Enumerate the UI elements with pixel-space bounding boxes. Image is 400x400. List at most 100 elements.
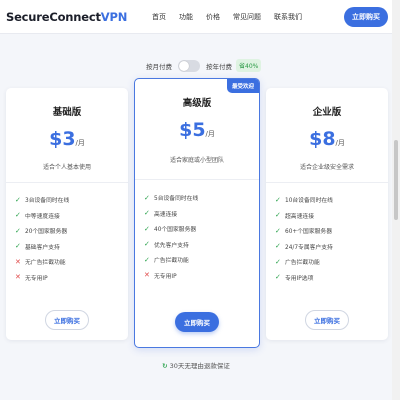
feature-item: ✓ 超高速连接 — [275, 208, 333, 224]
price-amount: 5 — [192, 119, 206, 141]
feature-text: 无专用IP — [154, 273, 177, 280]
feature-item: ✓ 24/7专属客户支持 — [275, 239, 333, 255]
feature-text: 无广告拦截功能 — [25, 260, 66, 267]
divider — [135, 179, 259, 180]
feature-status-icon: ✓ — [15, 242, 21, 251]
price-amount: 3 — [62, 128, 76, 150]
feature-text: 广告拦截功能 — [154, 258, 189, 265]
feature-item: ✓ 20个国家服务器 — [15, 223, 69, 239]
feature-status-icon: ✓ — [275, 226, 281, 235]
buy-button-enterprise[interactable]: 立即购买 — [305, 310, 349, 330]
scrollbar-thumb[interactable] — [394, 140, 398, 220]
price-unit: /月 — [205, 130, 215, 138]
popular-badge: 最受欢迎 — [226, 79, 259, 93]
feature-text: 24/7专属客户支持 — [285, 244, 333, 251]
plan-price: $5/月 — [135, 119, 259, 141]
plan-name: 基础版 — [52, 107, 82, 118]
guarantee-text: 30天无理由退款保证 — [169, 362, 230, 370]
buy-button-premium[interactable]: 立即购买 — [175, 312, 219, 332]
plan-description: 适合企业级安全需求 — [299, 164, 354, 171]
feature-item: ✓ 40个国家服务器 — [144, 221, 198, 237]
switch-knob — [179, 60, 189, 71]
feature-list: ✓ 10台设备同时在线 ✓ 超高速连接 ✓ 60+个国家服务器 ✓ 24/7专属客户支持… — [275, 192, 333, 285]
price-amount: 8 — [322, 128, 336, 150]
feature-text: 高速连接 — [154, 211, 178, 218]
feature-status-icon: ✕ — [15, 257, 21, 266]
plan-name: 企业版 — [312, 107, 342, 118]
feature-status-icon: ✓ — [144, 209, 150, 218]
feature-text: 3台设备同时在线 — [25, 198, 70, 205]
feature-text: 60+个国家服务器 — [285, 229, 333, 236]
page-scrollbar[interactable] — [392, 0, 400, 400]
price-unit: /月 — [75, 139, 85, 147]
brand-logo[interactable]: SecureConnectVPN — [6, 10, 127, 24]
feature-status-icon: ✓ — [275, 257, 281, 266]
feature-status-icon: ✓ — [144, 255, 150, 264]
nav-links: 首页 功能 价格 常见问题 联系我们 — [152, 12, 315, 22]
brand-name-accent: VPN — [100, 10, 128, 24]
feature-status-icon: ✓ — [275, 211, 281, 220]
plan-card-premium: 最受欢迎 高级版 $5/月 适合家庭或小型团队 ✓ 5台设备同时在线 ✓ 高速连接 … — [134, 78, 260, 348]
feature-status-icon: ✓ — [144, 240, 150, 249]
feature-status-icon: ✓ — [144, 193, 150, 202]
feature-item: ✓ 专用IP选项 — [275, 270, 333, 286]
feature-status-icon: ✓ — [275, 273, 281, 282]
feature-item: ✓ 5台设备同时在线 — [144, 190, 198, 206]
feature-item: ✕ 无专用IP — [15, 270, 69, 286]
nav-link-pricing[interactable]: 价格 — [206, 12, 220, 22]
feature-status-icon: ✕ — [144, 271, 150, 280]
feature-text: 无专用IP — [25, 275, 48, 282]
feature-text: 10台设备同时在线 — [285, 198, 333, 205]
price-unit: /月 — [335, 139, 345, 147]
feature-status-icon: ✓ — [15, 211, 21, 220]
feature-text: 超高速连接 — [285, 213, 314, 220]
nav-link-features[interactable]: 功能 — [179, 12, 193, 22]
feature-text: 中等速度连接 — [25, 213, 60, 220]
buy-button-basic[interactable]: 立即购买 — [45, 310, 89, 330]
feature-status-icon: ✓ — [275, 242, 281, 251]
feature-status-icon: ✓ — [15, 195, 21, 204]
feature-item: ✓ 优先客户支持 — [144, 237, 198, 253]
feature-item: ✕ 无专用IP — [144, 268, 198, 284]
price-currency: $ — [179, 119, 193, 141]
feature-status-icon: ✓ — [15, 226, 21, 235]
nav-buy-button[interactable]: 立即购买 — [344, 7, 388, 27]
feature-text: 5台设备同时在线 — [154, 196, 199, 203]
feature-text: 40个国家服务器 — [154, 227, 197, 234]
feature-text: 基础客户支持 — [25, 244, 60, 251]
plan-description: 适合家庭或小型团队 — [169, 157, 224, 164]
feature-text: 20个国家服务器 — [25, 229, 68, 236]
feature-item: ✓ 中等速度连接 — [15, 208, 69, 224]
feature-text: 优先客户支持 — [154, 242, 189, 249]
brand-name-main: SecureConnect — [6, 10, 101, 24]
plan-price: $8/月 — [266, 128, 388, 150]
feature-item: ✓ 60+个国家服务器 — [275, 223, 333, 239]
billing-switch[interactable] — [178, 59, 200, 72]
feature-item: ✓ 广告拦截功能 — [144, 252, 198, 268]
plan-card-basic: 基础版 $3/月 适合个人基本使用 ✓ 3台设备同时在线 ✓ 中等速度连接 ✓ 20个… — [6, 88, 128, 340]
feature-list: ✓ 3台设备同时在线 ✓ 中等速度连接 ✓ 20个国家服务器 ✓ 基础客户支持 ✕ 无广告… — [15, 192, 69, 285]
plan-card-enterprise: 企业版 $8/月 适合企业级安全需求 ✓ 10台设备同时在线 ✓ 超高速连接 ✓ 60… — [266, 88, 388, 340]
nav-link-home[interactable]: 首页 — [152, 12, 166, 22]
plan-name: 高级版 — [182, 98, 212, 109]
price-currency: $ — [309, 128, 323, 150]
divider — [6, 182, 128, 183]
plan-description: 适合个人基本使用 — [42, 164, 91, 171]
feature-item: ✓ 基础客户支持 — [15, 239, 69, 255]
plan-price: $3/月 — [6, 128, 128, 150]
nav-link-contact[interactable]: 联系我们 — [274, 12, 302, 22]
feature-text: 专用IP选项 — [285, 275, 314, 282]
divider — [266, 182, 388, 183]
feature-item: ✓ 广告拦截功能 — [275, 254, 333, 270]
feature-item: ✓ 高速连接 — [144, 206, 198, 222]
yearly-label[interactable]: 按年付费 — [206, 61, 232, 71]
feature-text: 广告拦截功能 — [285, 260, 320, 267]
feature-status-icon: ✓ — [275, 195, 281, 204]
feature-item: ✓ 10台设备同时在线 — [275, 192, 333, 208]
feature-item: ✓ 3台设备同时在线 — [15, 192, 69, 208]
top-navbar: SecureConnectVPN 首页 功能 价格 常见问题 联系我们 立即购买 — [0, 0, 392, 34]
refund-guarantee: ↻ 30天无理由退款保证 — [0, 360, 392, 370]
nav-link-faq[interactable]: 常见问题 — [233, 12, 261, 22]
monthly-label[interactable]: 按月付费 — [146, 61, 172, 71]
refund-icon: ↻ — [162, 362, 168, 370]
